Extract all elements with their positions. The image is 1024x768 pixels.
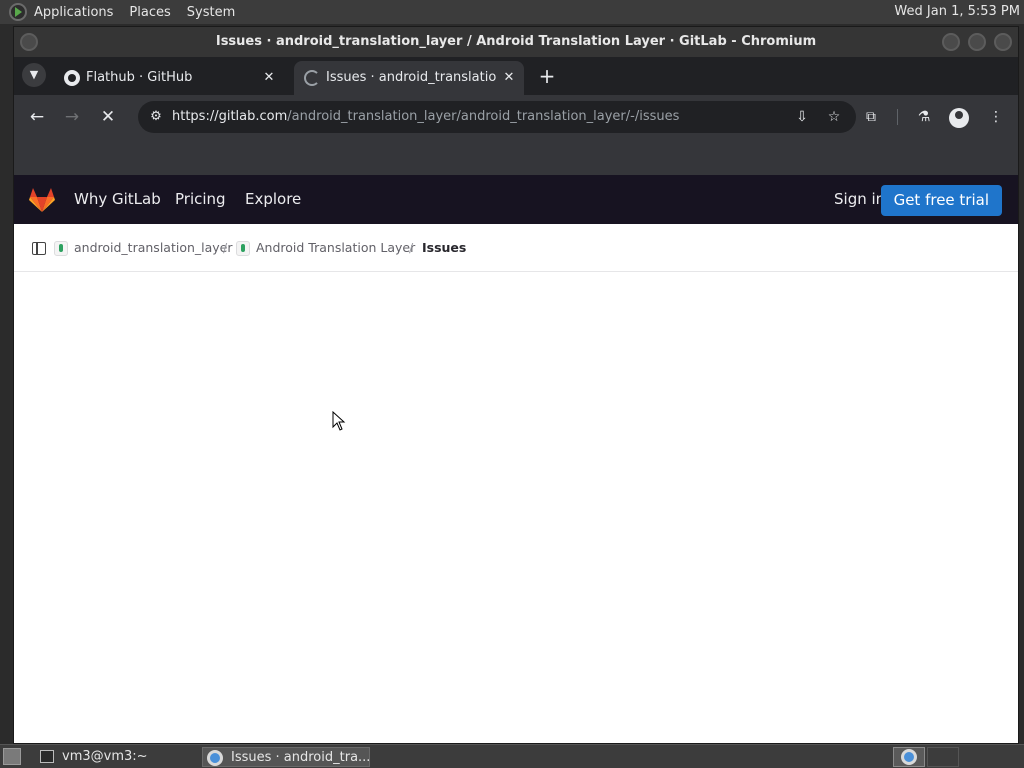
more-menu-icon[interactable]: ⋮ bbox=[984, 105, 1008, 129]
chromium-icon bbox=[901, 749, 917, 765]
applications-menu[interactable]: Applications bbox=[34, 5, 113, 20]
taskbar-item-label: Issues · android_tra... bbox=[231, 750, 371, 765]
system-top-panel: Applications Places System Wed Jan 1, 5:… bbox=[0, 0, 1024, 24]
close-tab-icon[interactable]: ✕ bbox=[260, 69, 278, 87]
nav-why-gitlab[interactable]: Why GitLab bbox=[74, 175, 161, 224]
arrow-left-icon: ← bbox=[29, 107, 45, 127]
bookmark-star-icon[interactable]: ☆ bbox=[824, 107, 844, 127]
breadcrumb-group[interactable]: android_translation_layer bbox=[74, 224, 233, 272]
gitlab-logo-icon[interactable] bbox=[28, 187, 56, 213]
gitlab-top-nav: Why GitLab Pricing Explore Sign in Get f… bbox=[14, 175, 1018, 224]
clock[interactable]: Wed Jan 1, 5:53 PM bbox=[894, 4, 1020, 19]
bookmarks-bar bbox=[14, 139, 1018, 175]
places-menu[interactable]: Places bbox=[129, 5, 170, 20]
close-tab-icon[interactable]: ✕ bbox=[500, 69, 518, 87]
tab-title: Issues · android_translation_ bbox=[326, 70, 496, 85]
loading-icon bbox=[304, 70, 320, 86]
sidebar-toggle-icon[interactable] bbox=[32, 242, 46, 255]
browser-window: Issues · android_translation_layer / And… bbox=[13, 26, 1019, 744]
breadcrumb-separator: / bbox=[223, 240, 228, 255]
close-icon: ✕ bbox=[100, 107, 116, 127]
labs-flask-icon[interactable]: ⚗ bbox=[912, 105, 936, 129]
url-text[interactable]: https://gitlab.com/android_translation_l… bbox=[172, 101, 679, 133]
stop-loading-button[interactable]: ✕ bbox=[96, 105, 120, 129]
tab-title: Flathub · GitHub bbox=[86, 70, 193, 85]
tab-search-button[interactable]: ▼ bbox=[22, 63, 46, 87]
arrow-right-icon: → bbox=[64, 107, 80, 127]
show-desktop-icon[interactable] bbox=[3, 748, 21, 765]
window-titlebar[interactable]: Issues · android_translation_layer / And… bbox=[14, 27, 1018, 57]
toolbar-divider bbox=[897, 109, 898, 125]
breadcrumb-separator: / bbox=[409, 240, 414, 255]
browser-toolbar: ← → ✕ ⚙ https://gitlab.com/android_trans… bbox=[14, 95, 1018, 139]
github-icon bbox=[64, 70, 80, 86]
taskbar-item-chromium[interactable]: Issues · android_tra... bbox=[202, 747, 370, 767]
group-avatar-icon bbox=[54, 241, 68, 256]
forward-button[interactable]: → bbox=[60, 105, 84, 129]
new-tab-button[interactable]: + bbox=[534, 63, 560, 89]
window-title: Issues · android_translation_layer / And… bbox=[215, 34, 817, 49]
taskbar-item-terminal[interactable]: vm3@vm3:~ bbox=[34, 747, 198, 767]
tab-issues[interactable]: Issues · android_translation_ ✕ bbox=[294, 61, 524, 95]
address-bar[interactable]: ⚙ https://gitlab.com/android_translation… bbox=[138, 101, 856, 133]
extensions-icon[interactable]: ⧉ bbox=[859, 105, 883, 129]
tab-flathub[interactable]: Flathub · GitHub ✕ bbox=[54, 61, 284, 95]
workspace-1[interactable] bbox=[893, 747, 925, 767]
chromium-icon bbox=[207, 750, 223, 766]
profile-avatar-icon[interactable] bbox=[949, 108, 969, 128]
install-app-icon[interactable]: ⇩ bbox=[792, 107, 812, 127]
breadcrumb: android_translation_layer / Android Tran… bbox=[14, 224, 1018, 272]
get-free-trial-button[interactable]: Get free trial bbox=[880, 185, 1002, 216]
nav-explore[interactable]: Explore bbox=[245, 175, 301, 224]
back-button[interactable]: ← bbox=[25, 105, 49, 129]
plus-icon: + bbox=[538, 64, 556, 88]
breadcrumb-current[interactable]: Issues bbox=[422, 224, 466, 272]
web-page: Why GitLab Pricing Explore Sign in Get f… bbox=[14, 175, 1018, 743]
project-avatar-icon bbox=[236, 241, 250, 256]
url-domain: https://gitlab.com bbox=[172, 109, 288, 124]
system-menu[interactable]: System bbox=[187, 5, 235, 20]
taskbar-item-label: vm3@vm3:~ bbox=[62, 749, 148, 764]
minimize-icon[interactable] bbox=[942, 33, 960, 51]
issues-content-area bbox=[14, 272, 1018, 742]
sign-in-link[interactable]: Sign in bbox=[834, 175, 885, 224]
window-menu-icon[interactable] bbox=[20, 33, 38, 51]
workspace-2[interactable] bbox=[927, 747, 959, 767]
close-window-icon[interactable] bbox=[994, 33, 1012, 51]
bottom-taskbar: vm3@vm3:~ Issues · android_tra... bbox=[0, 744, 1024, 768]
breadcrumb-project[interactable]: Android Translation Layer bbox=[256, 224, 415, 272]
system-logo-icon[interactable] bbox=[9, 3, 27, 21]
chevron-down-icon: ▼ bbox=[29, 68, 39, 81]
nav-pricing[interactable]: Pricing bbox=[175, 175, 226, 224]
url-path: /android_translation_layer/android_trans… bbox=[287, 109, 680, 124]
site-info-icon[interactable]: ⚙ bbox=[146, 107, 166, 127]
tab-strip: ▼ Flathub · GitHub ✕ Issues · android_tr… bbox=[14, 57, 1018, 95]
maximize-icon[interactable] bbox=[968, 33, 986, 51]
terminal-icon bbox=[40, 750, 54, 763]
mouse-cursor-icon bbox=[332, 411, 346, 431]
